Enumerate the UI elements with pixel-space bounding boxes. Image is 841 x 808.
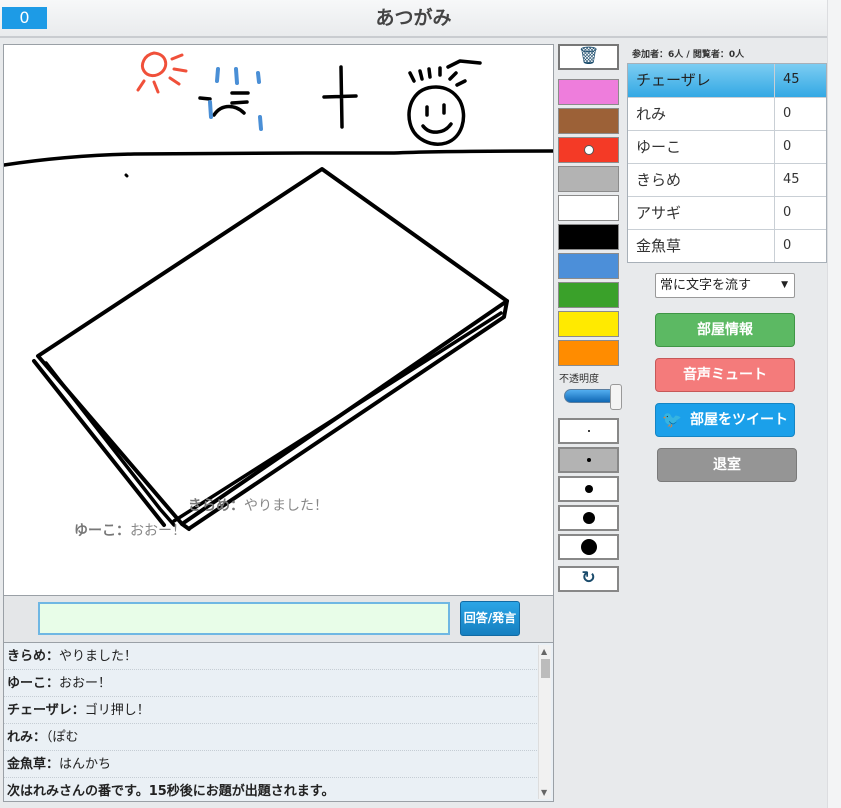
player-name: 金魚草 — [628, 230, 775, 262]
color-swatch[interactable] — [558, 282, 619, 308]
player-name: チェーザレ — [628, 64, 775, 97]
player-row: アサギ 0 — [628, 196, 826, 229]
color-swatch[interactable] — [558, 340, 619, 366]
sun-stroke — [140, 51, 168, 78]
bubble-text: やりました！ — [244, 498, 328, 514]
plus-stroke — [322, 65, 358, 129]
bubble-user: きらめ — [188, 498, 230, 514]
color-swatch[interactable] — [558, 311, 619, 337]
brush-dot-icon — [586, 458, 591, 462]
system-message: 次はれみさんの番です。15秒後にお題が出題されます。 — [4, 778, 537, 801]
answer-bar: 回答/発言 — [3, 596, 554, 642]
player-row: ゆーこ 0 — [628, 130, 826, 163]
tweet-room-label: 部屋をツイート — [689, 412, 788, 428]
exit-room-button[interactable]: 退室 — [657, 448, 797, 482]
selected-color-indicator — [583, 145, 594, 155]
sad-face-stroke — [198, 91, 250, 117]
player-score: 45 — [783, 172, 800, 187]
chevron-down-icon: ▼ — [781, 280, 788, 290]
color-swatch[interactable] — [558, 79, 619, 105]
smiley-face — [407, 85, 466, 146]
player-row: きらめ 45 — [628, 163, 826, 196]
smiley-details — [408, 59, 482, 134]
player-score: 0 — [783, 238, 792, 253]
brush-size-button[interactable] — [558, 418, 619, 444]
trash-icon[interactable]: 🗑 — [558, 44, 619, 70]
opacity-label: 不透明度 — [559, 374, 599, 385]
scroll-thumb[interactable] — [541, 659, 550, 678]
chat-message: 金魚草：はんかち — [4, 751, 537, 778]
player-score: 0 — [783, 139, 792, 154]
color-swatch[interactable] — [558, 108, 619, 134]
brush-dot-icon — [580, 539, 597, 555]
color-swatch[interactable] — [558, 253, 619, 279]
small-dot — [124, 173, 129, 178]
chat-log: きらめ：やりました！ ゆーこ：おおー！ チェーザレ：ゴリ押し！ れみ：（ぽむ 金… — [3, 642, 554, 802]
answer-submit-button[interactable]: 回答/発言 — [460, 601, 520, 636]
page-scrollbar[interactable] — [827, 0, 841, 808]
color-swatch[interactable] — [558, 195, 619, 221]
player-score: 0 — [783, 205, 792, 220]
brush-size-button[interactable] — [558, 505, 619, 531]
player-row: チェーザレ 45 — [628, 64, 826, 97]
undo-icon[interactable]: ↻ — [558, 566, 619, 592]
page-title: あつがみ — [375, 7, 452, 29]
horizon-line — [4, 149, 553, 167]
text-flow-select-value: 常に文字を流す — [660, 278, 752, 293]
player-score: 0 — [783, 106, 792, 121]
player-score: 45 — [783, 72, 800, 87]
opacity-slider-handle[interactable] — [610, 384, 622, 410]
chat-message: チェーザレ：ゴリ押し！ — [4, 697, 537, 724]
player-name: アサギ — [628, 197, 775, 229]
room-stats: 参加者：6人 / 閲覧者：0人 — [632, 50, 745, 60]
room-info-button[interactable]: 部屋情報 — [655, 313, 795, 347]
color-swatch[interactable] — [558, 224, 619, 250]
brush-size-button[interactable] — [558, 447, 619, 473]
player-row: 金魚草 0 — [628, 229, 826, 262]
book-edge-b — [44, 311, 503, 527]
twitter-bird-icon: 🐦 — [662, 410, 682, 429]
chat-message: れみ：（ぽむ — [4, 724, 537, 751]
player-name: ゆーこ — [628, 131, 775, 163]
chat-scrollbar[interactable]: ▲ ▼ — [538, 645, 551, 799]
chat-message: きらめ：やりました！ — [4, 643, 537, 670]
player-name: きらめ — [628, 164, 775, 196]
brush-dot-icon — [582, 512, 595, 524]
player-name: れみ — [628, 98, 775, 130]
color-swatch[interactable] — [558, 137, 619, 163]
bubble-user: ゆーこ — [74, 523, 116, 539]
scroll-down-icon[interactable]: ▼ — [541, 788, 547, 797]
header-bar: 0 あつがみ — [0, 0, 827, 38]
brush-size-button[interactable] — [558, 534, 619, 560]
mute-button[interactable]: 音声ミュート — [655, 358, 795, 392]
bubble-text: おおー！ — [130, 523, 186, 539]
chat-bubble: きらめ：やりました！ — [188, 498, 328, 514]
tweet-room-button[interactable]: 🐦 部屋をツイート — [655, 403, 795, 437]
sweat-drops — [208, 67, 263, 131]
text-flow-select[interactable]: 常に文字を流す ▼ — [655, 273, 795, 298]
chat-message: ゆーこ：おおー！ — [4, 670, 537, 697]
brush-size-button[interactable] — [558, 476, 619, 502]
scroll-up-icon[interactable]: ▲ — [541, 647, 547, 656]
opacity-slider[interactable] — [564, 389, 616, 403]
brush-dot-icon — [584, 485, 593, 493]
player-row: れみ 0 — [628, 97, 826, 130]
color-swatch[interactable] — [558, 166, 619, 192]
drawing-canvas[interactable]: きらめ：やりました！ ゆーこ：おおー！ — [3, 44, 554, 596]
player-list: チェーザレ 45 れみ 0 ゆーこ 0 きらめ 45 アサギ 0 金魚草 0 — [627, 63, 827, 263]
chat-bubble: ゆーこ：おおー！ — [74, 523, 186, 539]
brush-dot-icon — [587, 430, 590, 432]
answer-input[interactable] — [38, 602, 450, 635]
